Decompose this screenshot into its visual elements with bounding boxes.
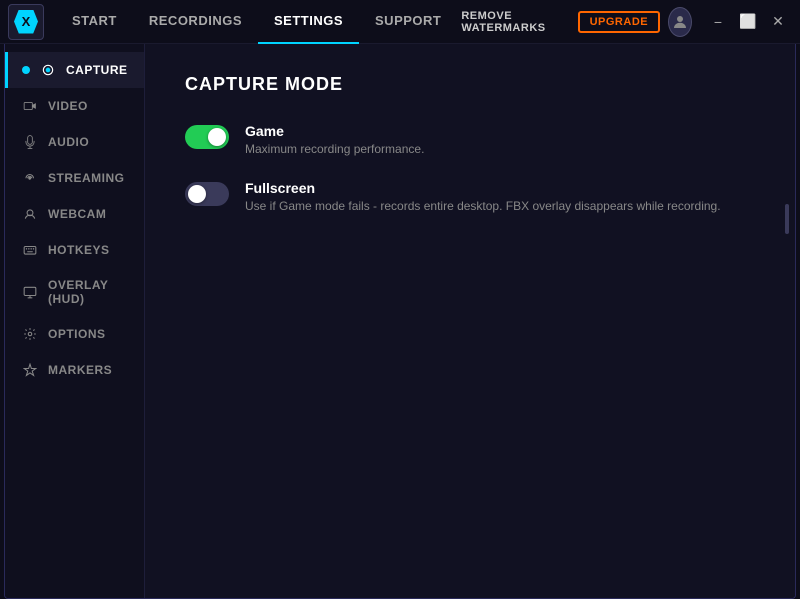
sidebar-webcam-label: WEBCAM <box>48 207 106 221</box>
sidebar-options-label: OPTIONS <box>48 327 106 341</box>
game-option-text: Game Maximum recording performance. <box>245 123 424 156</box>
webcam-icon <box>22 206 38 222</box>
capture-icon <box>40 62 56 78</box>
markers-icon <box>22 362 38 378</box>
window-controls: − ⬜ ✕ <box>704 8 792 36</box>
fullscreen-option-text: Fullscreen Use if Game mode fails - reco… <box>245 180 721 213</box>
avatar-button[interactable] <box>668 7 692 37</box>
close-button[interactable]: ✕ <box>764 8 792 36</box>
sidebar-item-audio[interactable]: AUDIO <box>5 124 144 160</box>
fullscreen-option-row: Fullscreen Use if Game mode fails - reco… <box>185 180 755 213</box>
overlay-icon <box>22 284 38 300</box>
video-icon <box>22 98 38 114</box>
options-icon <box>22 326 38 342</box>
audio-icon <box>22 134 38 150</box>
titlebar-right: REMOVE WATERMARKS UPGRADE − ⬜ ✕ <box>461 7 792 37</box>
fullscreen-option-label: Fullscreen <box>245 180 721 196</box>
game-toggle[interactable] <box>185 125 229 149</box>
fullscreen-option-desc: Use if Game mode fails - records entire … <box>245 199 721 213</box>
logo-button[interactable]: X <box>8 4 44 40</box>
tab-recordings[interactable]: RECORDINGS <box>133 0 258 44</box>
remove-watermarks-link[interactable]: REMOVE WATERMARKS <box>461 10 569 34</box>
logo-icon: X <box>14 10 38 34</box>
sidebar-video-label: VIDEO <box>48 99 88 113</box>
sidebar-item-webcam[interactable]: WEBCAM <box>5 196 144 232</box>
main-layout: CAPTURE VIDEO AUDIO <box>4 44 796 599</box>
tab-start[interactable]: START <box>56 0 133 44</box>
sidebar-item-hotkeys[interactable]: HOTKEYS <box>5 232 144 268</box>
tab-support[interactable]: SUPPORT <box>359 0 457 44</box>
scrollbar-handle[interactable] <box>785 204 789 234</box>
sidebar-audio-label: AUDIO <box>48 135 89 149</box>
content-area: CAPTURE MODE Game Maximum recording perf… <box>145 44 795 598</box>
fullscreen-toggle-thumb <box>188 185 206 203</box>
sidebar-markers-label: MARKERS <box>48 363 112 377</box>
sidebar-overlay-label: OVERLAY (HUD) <box>48 278 130 306</box>
fullscreen-toggle[interactable] <box>185 182 229 206</box>
sidebar-hotkeys-label: HOTKEYS <box>48 243 110 257</box>
tab-settings[interactable]: SETTINGS <box>258 0 359 44</box>
game-option-desc: Maximum recording performance. <box>245 142 424 156</box>
hotkeys-icon <box>22 242 38 258</box>
streaming-icon <box>22 170 38 186</box>
minimize-button[interactable]: − <box>704 8 732 36</box>
nav-tabs: START RECORDINGS SETTINGS SUPPORT <box>56 0 457 44</box>
sidebar-item-streaming[interactable]: STREAMING <box>5 160 144 196</box>
sidebar-item-options[interactable]: OPTIONS <box>5 316 144 352</box>
game-option-label: Game <box>245 123 424 139</box>
sidebar-item-markers[interactable]: MARKERS <box>5 352 144 388</box>
sidebar-item-overlay[interactable]: OVERLAY (HUD) <box>5 268 144 316</box>
maximize-button[interactable]: ⬜ <box>734 8 762 36</box>
sidebar-item-video[interactable]: VIDEO <box>5 88 144 124</box>
page-title: CAPTURE MODE <box>185 74 755 95</box>
titlebar: X START RECORDINGS SETTINGS SUPPORT REMO… <box>0 0 800 44</box>
upgrade-button[interactable]: UPGRADE <box>578 11 661 33</box>
sidebar: CAPTURE VIDEO AUDIO <box>5 44 145 598</box>
logo-x-letter: X <box>22 15 31 28</box>
sidebar-capture-label: CAPTURE <box>66 63 128 77</box>
sidebar-streaming-label: STREAMING <box>48 171 125 185</box>
sidebar-item-capture[interactable]: CAPTURE <box>5 52 144 88</box>
active-indicator <box>22 66 30 74</box>
game-toggle-thumb <box>208 128 226 146</box>
game-option-row: Game Maximum recording performance. <box>185 123 755 156</box>
